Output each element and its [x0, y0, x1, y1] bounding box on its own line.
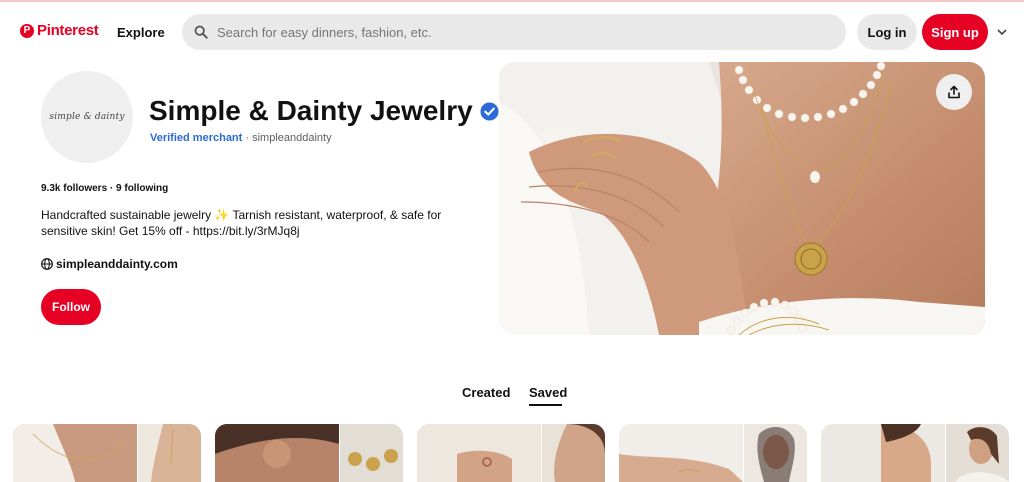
tab-saved[interactable]: Saved [529, 385, 567, 400]
brand-name: Pinterest [37, 22, 99, 39]
follow-button[interactable]: Follow [41, 289, 101, 325]
share-button[interactable] [936, 74, 972, 110]
profile-username: · simpleanddainty [245, 132, 332, 144]
board-card[interactable] [13, 424, 201, 482]
board-card[interactable] [619, 424, 807, 482]
top-navigation: P Pinterest Explore Log in Sign up [0, 2, 1024, 62]
globe-icon [41, 258, 53, 270]
profile-name-text: Simple & Dainty Jewelry [149, 95, 473, 126]
login-button[interactable]: Log in [857, 14, 917, 50]
search-input[interactable] [217, 24, 817, 40]
merchant-line: Verified merchant · simpleanddainty [150, 132, 332, 144]
tab-created[interactable]: Created [462, 385, 510, 400]
verified-check-icon [480, 101, 499, 121]
website-text: simpleanddainty.com [56, 257, 178, 271]
board-card[interactable] [417, 424, 605, 482]
verified-merchant-badge[interactable]: Verified merchant [150, 132, 242, 144]
search-icon [194, 25, 208, 39]
profile-avatar: simple & dainty [41, 71, 133, 163]
website-link[interactable]: simpleanddainty.com [41, 257, 178, 271]
share-upload-icon [948, 85, 960, 99]
pinterest-logo[interactable]: P Pinterest [20, 22, 99, 39]
board-card[interactable] [821, 424, 1009, 482]
board-card[interactable] [215, 424, 403, 482]
active-tab-indicator [529, 404, 562, 406]
profile-cover-image [499, 62, 985, 335]
profile-bio: Handcrafted sustainable jewelry ✨ Tarnis… [41, 208, 442, 238]
follow-stats[interactable]: 9.3k followers · 9 following [41, 183, 168, 194]
avatar-logo-text: simple & dainty [49, 112, 125, 122]
search-bar[interactable] [182, 14, 846, 50]
profile-title: Simple & Dainty Jewelry [149, 95, 499, 127]
chevron-down-icon[interactable] [996, 27, 1008, 37]
pinterest-p-icon: P [20, 23, 34, 38]
explore-link[interactable]: Explore [117, 25, 165, 40]
signup-button[interactable]: Sign up [922, 14, 988, 50]
